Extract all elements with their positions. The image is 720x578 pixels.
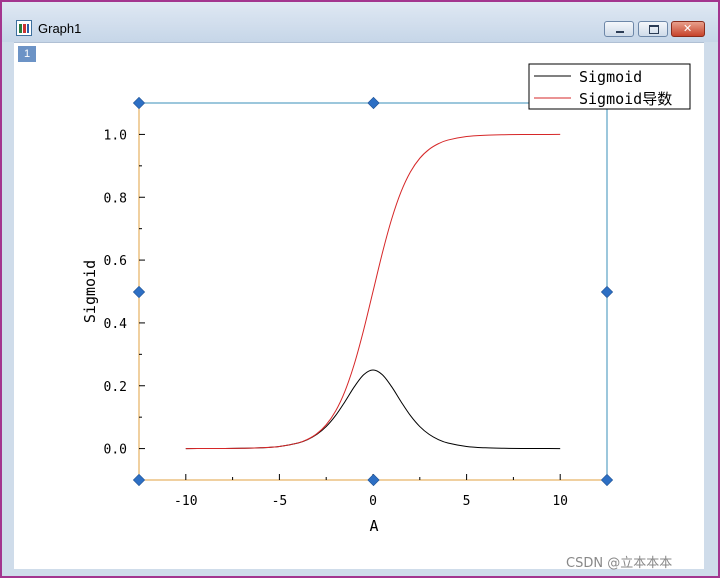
y-tick-label: 0.6 [104,254,127,269]
x-tick-label: 10 [552,494,568,509]
x-tick-label: 0 [369,494,377,509]
x-tick-label: -10 [174,494,197,509]
y-axis-title[interactable]: Sigmoid [81,260,99,323]
y-tick-label: 0.2 [104,380,127,395]
y-tick-label: 0.0 [104,443,127,458]
x-tick-label: -5 [272,494,288,509]
selection-handle[interactable] [600,285,614,299]
plot-area[interactable]: -10 -5 0 5 10 0.0 0.2 0.4 0.6 0.8 1.0 A Sigmoid Sigmo… [0,0,720,578]
x-tick-label: 5 [463,494,471,509]
selection-handle[interactable] [600,473,614,487]
legend-entry-label: Sigmoid [579,68,642,86]
series-line-sigmoid-derivative[interactable] [185,133,561,450]
x-axis-title[interactable]: A [369,517,378,535]
selection-handle[interactable] [367,473,380,487]
y-tick-label: 1.0 [104,128,127,143]
legend-entry-label: Sigmoid导数 [579,90,672,108]
selection-handle[interactable] [132,96,146,110]
series-line-sigmoid[interactable] [185,369,561,450]
y-tick-label: 0.4 [104,317,128,332]
selection-handle[interactable] [132,285,146,299]
selection-handle[interactable] [367,96,380,110]
watermark-text: CSDN @立本本本 [566,556,673,571]
y-tick-label: 0.8 [104,191,127,206]
selection-handle[interactable] [132,473,146,487]
